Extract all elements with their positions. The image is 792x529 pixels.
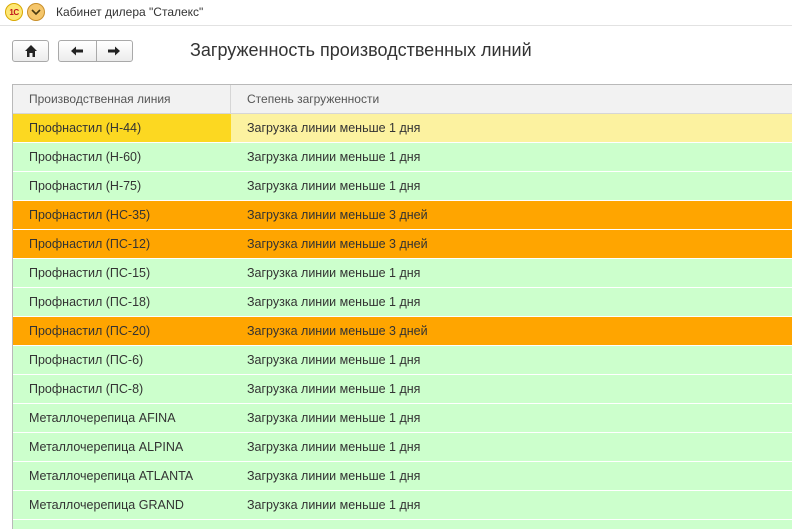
cell-load-degree: Загрузка линии меньше 1 дня [231, 375, 792, 403]
table-row[interactable]: Профнастил (Н-60) Загрузка линии меньше 1… [13, 143, 792, 172]
cell-load-degree: Загрузка линии меньше 1 дня [231, 259, 792, 287]
table-row[interactable]: Профнастил (ПС-15) Загрузка линии меньше … [13, 259, 792, 288]
table-row[interactable]: Металлочерепица ATLANTA Загрузка линии ме… [13, 462, 792, 491]
logo-text: 1С [9, 7, 19, 17]
cell-load-degree: Загрузка линии меньше 1 дня [231, 346, 792, 374]
cell-production-line: Профнастил (ПС-8) [13, 375, 231, 403]
cell-load-degree: Загрузка линии меньше 1 дня [231, 491, 792, 519]
cell-load-degree: Загрузка линии меньше 3 дней [231, 317, 792, 345]
cell-production-line: Профнастил (ПС-12) [13, 230, 231, 258]
cell-production-line: Профнастил (Н-44) [13, 114, 231, 142]
cell-production-line: Металлочерепица ATLANTA [13, 462, 231, 490]
cell-load-degree: Загрузка линии меньше 3 дней [231, 230, 792, 258]
column-header-load[interactable]: Степень загруженности [231, 85, 792, 113]
home-button[interactable] [12, 40, 49, 62]
cell-load-degree: Загрузка линии меньше 1 дня [231, 288, 792, 316]
table-row[interactable]: Металлочерепица ALPINA Загрузка линии мен… [13, 433, 792, 462]
arrow-right-icon [108, 46, 120, 56]
app-window: 1С Кабинет дилера "Сталекс" Загруженност… [0, 0, 792, 529]
cell-production-line: Профнастил (Н-75) [13, 172, 231, 200]
cell-load-degree: Загрузка линии меньше 1 дня [231, 114, 792, 142]
column-header-line[interactable]: Производственная линия [13, 85, 231, 113]
forward-button[interactable] [96, 41, 132, 61]
table-row[interactable]: Профнастил (ПС-18) Загрузка линии меньше … [13, 288, 792, 317]
table-row[interactable]: Профнастил (ПС-12) Загрузка линии меньше … [13, 230, 792, 259]
table-header: Производственная линия Степень загруженн… [13, 85, 792, 114]
table-row[interactable]: Металлочерепица GRAND Загрузка линии мень… [13, 491, 792, 520]
navigation-buttons [58, 40, 133, 62]
main-menu-button[interactable] [27, 3, 45, 21]
table-row[interactable]: Профнастил (НС-35) Загрузка линии меньше … [13, 201, 792, 230]
cell-load-degree: Загрузка линии меньше 1 дня [231, 433, 792, 461]
back-button[interactable] [59, 41, 97, 61]
cell-production-line: Металлочерепица AFINA [13, 404, 231, 432]
1c-logo-icon[interactable]: 1С [5, 3, 23, 21]
table-row[interactable]: Профнастил (ПС-6) Загрузка линии меньше 1… [13, 346, 792, 375]
cell-production-line: Профнастил (НС-35) [13, 201, 231, 229]
cell-production-line: Профнастил (ПС-18) [13, 288, 231, 316]
table-row[interactable] [13, 520, 792, 529]
cell-load-degree: Загрузка линии меньше 3 дней [231, 201, 792, 229]
table-row[interactable]: Металлочерепица AFINA Загрузка линии мень… [13, 404, 792, 433]
chevron-down-icon [31, 9, 41, 16]
cell-load-degree: Загрузка линии меньше 1 дня [231, 172, 792, 200]
cell-production-line: Профнастил (ПС-20) [13, 317, 231, 345]
title-bar: 1С Кабинет дилера "Сталекс" [0, 0, 792, 26]
page-title: Загруженность производственных линий [190, 40, 532, 60]
cell-production-line: Металлочерепица GRAND [13, 491, 231, 519]
table-row[interactable]: Профнастил (Н-44) Загрузка линии меньше 1… [13, 114, 792, 143]
window-title: Кабинет дилера "Сталекс" [56, 5, 204, 19]
cell-production-line: Профнастил (Н-60) [13, 143, 231, 171]
cell-production-line: Профнастил (ПС-6) [13, 346, 231, 374]
cell-load-degree: Загрузка линии меньше 1 дня [231, 404, 792, 432]
cell-load-degree: Загрузка линии меньше 1 дня [231, 462, 792, 490]
home-icon [25, 45, 37, 57]
cell-production-line: Профнастил (ПС-15) [13, 259, 231, 287]
cell-production-line [13, 520, 231, 529]
table-row[interactable]: Профнастил (Н-75) Загрузка линии меньше 1… [13, 172, 792, 201]
table-body: Профнастил (Н-44) Загрузка линии меньше 1… [13, 114, 792, 529]
cell-production-line: Металлочерепица ALPINA [13, 433, 231, 461]
cell-load-degree: Загрузка линии меньше 1 дня [231, 143, 792, 171]
table-row[interactable]: Профнастил (ПС-8) Загрузка линии меньше 1… [13, 375, 792, 404]
arrow-left-icon [71, 46, 83, 56]
table-row[interactable]: Профнастил (ПС-20) Загрузка линии меньше … [13, 317, 792, 346]
cell-load-degree [231, 520, 792, 529]
production-lines-table: Производственная линия Степень загруженн… [12, 84, 792, 529]
